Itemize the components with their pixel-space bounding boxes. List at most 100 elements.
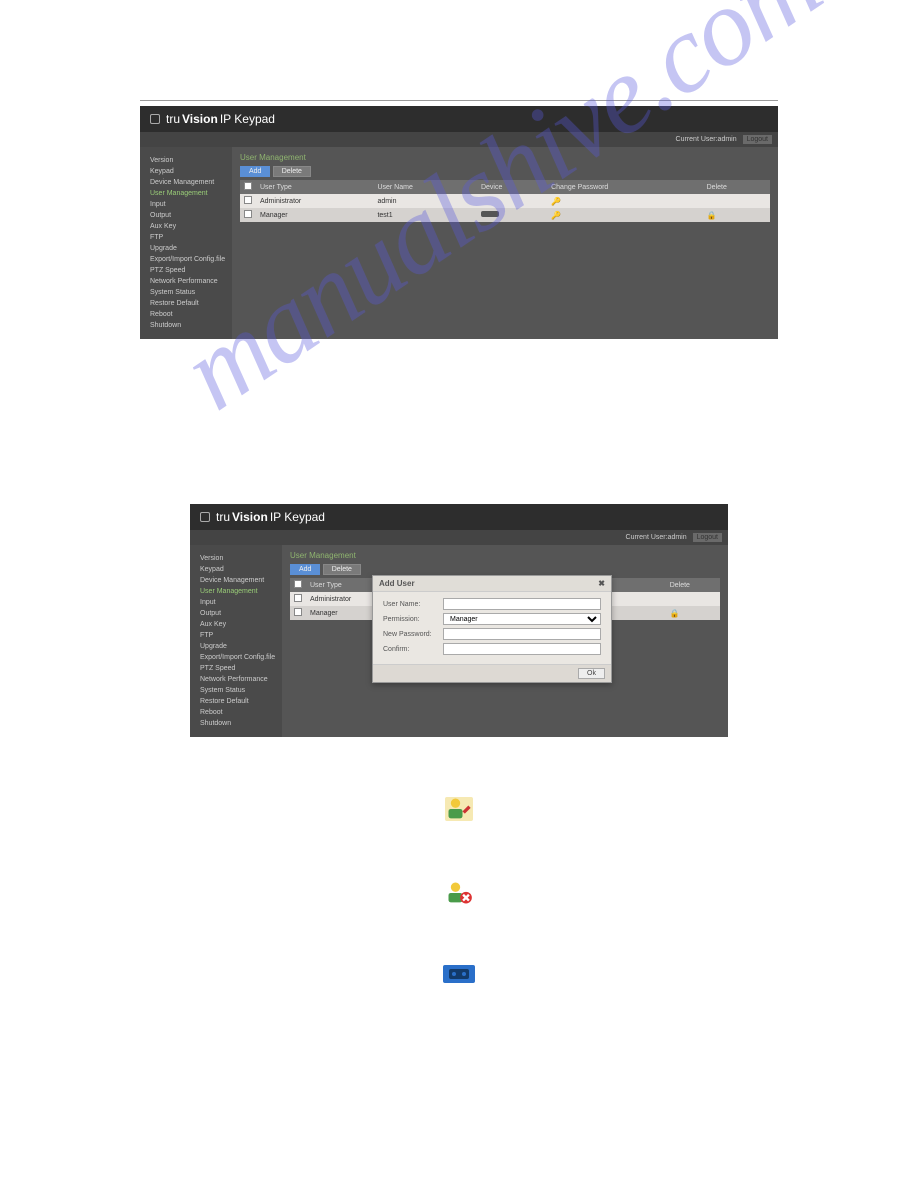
cell-usertype: Administrator <box>256 194 373 208</box>
logout-button[interactable]: Logout <box>693 533 722 542</box>
sidebar-item-user-management[interactable]: User Management <box>200 586 272 597</box>
delete-row-icon[interactable]: 🔒 <box>670 609 680 618</box>
newpassword-label: New Password: <box>383 631 443 638</box>
brand-text-1: tru <box>216 510 230 524</box>
brand-text-2: Vision <box>182 112 218 126</box>
cell-delete: 🔒 <box>703 208 770 222</box>
sidebar-item-shutdown[interactable]: Shutdown <box>150 320 222 331</box>
header: truVision IP Keypad <box>190 504 728 530</box>
row-checkbox[interactable] <box>294 594 302 602</box>
sidebar-item-reboot[interactable]: Reboot <box>200 707 272 718</box>
sidebar-item-ptz-speed[interactable]: PTZ Speed <box>200 663 272 674</box>
col-User Name: User Name <box>373 180 477 194</box>
brand-text-2: Vision <box>232 510 268 524</box>
confirm-field[interactable] <box>443 643 601 655</box>
cell-changepw: 🔑 <box>547 208 703 222</box>
col-Delete: Delete <box>703 180 770 194</box>
sidebar-item-output[interactable]: Output <box>150 210 222 221</box>
sidebar-item-restore-default[interactable]: Restore Default <box>150 298 222 309</box>
brand-icon <box>150 114 160 124</box>
app-panel-2: truVision IP Keypad Current User:admin L… <box>190 504 728 737</box>
select-all-checkbox[interactable] <box>244 182 252 190</box>
sidebar-item-keypad[interactable]: Keypad <box>200 564 272 575</box>
newpassword-field[interactable] <box>443 628 601 640</box>
sidebar: VersionKeypadDevice ManagementUser Manag… <box>190 545 282 737</box>
col-Device: Device <box>477 180 547 194</box>
section-title: User Management <box>240 153 770 162</box>
sidebar-item-restore-default[interactable]: Restore Default <box>200 696 272 707</box>
table-row[interactable]: Managertest1 🔑 🔒 <box>240 208 770 222</box>
sidebar-item-aux-key[interactable]: Aux Key <box>150 221 222 232</box>
sidebar-item-upgrade[interactable]: Upgrade <box>150 243 222 254</box>
col-check <box>290 578 306 592</box>
sidebar-item-export-import-config-file[interactable]: Export/Import Config.file <box>200 652 272 663</box>
cell-username: test1 <box>373 208 477 222</box>
device-icon[interactable] <box>481 211 499 217</box>
button-row: Add Delete <box>240 166 770 177</box>
row-checkbox[interactable] <box>244 196 252 204</box>
add-button[interactable]: Add <box>290 564 320 575</box>
sidebar-item-user-management[interactable]: User Management <box>150 188 222 199</box>
select-all-checkbox[interactable] <box>294 580 302 588</box>
sidebar-item-system-status[interactable]: System Status <box>150 287 222 298</box>
page-divider <box>140 100 778 101</box>
sidebar-item-keypad[interactable]: Keypad <box>150 166 222 177</box>
delete-row-icon[interactable]: 🔒 <box>707 211 717 220</box>
sidebar-item-device-management[interactable]: Device Management <box>150 177 222 188</box>
sidebar-item-upgrade[interactable]: Upgrade <box>200 641 272 652</box>
header: truVision IP Keypad <box>140 106 778 132</box>
current-user-label: Current User:admin <box>676 136 737 143</box>
sidebar: VersionKeypadDevice ManagementUser Manag… <box>140 147 232 339</box>
cell-device <box>477 194 547 208</box>
sidebar-item-ftp[interactable]: FTP <box>150 232 222 243</box>
user-table: User TypeUser NameDeviceChange PasswordD… <box>240 180 770 222</box>
sidebar-item-reboot[interactable]: Reboot <box>150 309 222 320</box>
sidebar-item-network-performance[interactable]: Network Performance <box>200 674 272 685</box>
cell-changepw: 🔑 <box>547 194 703 208</box>
delete-button[interactable]: Delete <box>273 166 311 177</box>
table-row[interactable]: Administratoradmin 🔑 <box>240 194 770 208</box>
brand-icon <box>200 512 210 522</box>
cell-delete: 🔒 <box>666 606 720 620</box>
permission-select[interactable]: Manager <box>443 613 601 625</box>
row-checkbox[interactable] <box>294 608 302 616</box>
sidebar-item-device-management[interactable]: Device Management <box>200 575 272 586</box>
cell-delete <box>666 592 720 606</box>
add-button[interactable]: Add <box>240 166 270 177</box>
row-checkbox[interactable] <box>244 210 252 218</box>
device-icon <box>443 965 475 983</box>
sidebar-item-input[interactable]: Input <box>200 597 272 608</box>
sidebar-item-version[interactable]: Version <box>150 155 222 166</box>
sidebar-item-output[interactable]: Output <box>200 608 272 619</box>
current-user-label: Current User:admin <box>626 534 687 541</box>
sidebar-item-version[interactable]: Version <box>200 553 272 564</box>
sidebar-item-network-performance[interactable]: Network Performance <box>150 276 222 287</box>
change-password-icon[interactable]: 🔑 <box>551 197 561 206</box>
sidebar-item-ptz-speed[interactable]: PTZ Speed <box>150 265 222 276</box>
sidebar-item-ftp[interactable]: FTP <box>200 630 272 641</box>
sidebar-item-export-import-config-file[interactable]: Export/Import Config.file <box>150 254 222 265</box>
change-password-icon[interactable]: 🔑 <box>551 211 561 220</box>
button-row: Add Delete <box>290 564 720 575</box>
section-title: User Management <box>290 551 720 560</box>
username-label: User Name: <box>383 601 443 608</box>
username-field[interactable] <box>443 598 601 610</box>
cell-username: admin <box>373 194 477 208</box>
app-panel-1: truVision IP Keypad Current User:admin L… <box>140 106 778 339</box>
logout-button[interactable]: Logout <box>743 135 772 144</box>
ok-button[interactable]: Ok <box>578 668 605 679</box>
col-check <box>240 180 256 194</box>
sidebar-item-shutdown[interactable]: Shutdown <box>200 718 272 729</box>
confirm-label: Confirm: <box>383 646 443 653</box>
sidebar-item-input[interactable]: Input <box>150 199 222 210</box>
edit-user-icon <box>445 797 473 821</box>
cell-usertype: Manager <box>256 208 373 222</box>
dialog-titlebar: Add User ✖ <box>373 576 611 592</box>
permission-label: Permission: <box>383 616 443 623</box>
close-icon[interactable]: ✖ <box>598 579 605 588</box>
dialog-title: Add User <box>379 579 415 588</box>
brand-text-1: tru <box>166 112 180 126</box>
sidebar-item-system-status[interactable]: System Status <box>200 685 272 696</box>
sidebar-item-aux-key[interactable]: Aux Key <box>200 619 272 630</box>
delete-button[interactable]: Delete <box>323 564 361 575</box>
